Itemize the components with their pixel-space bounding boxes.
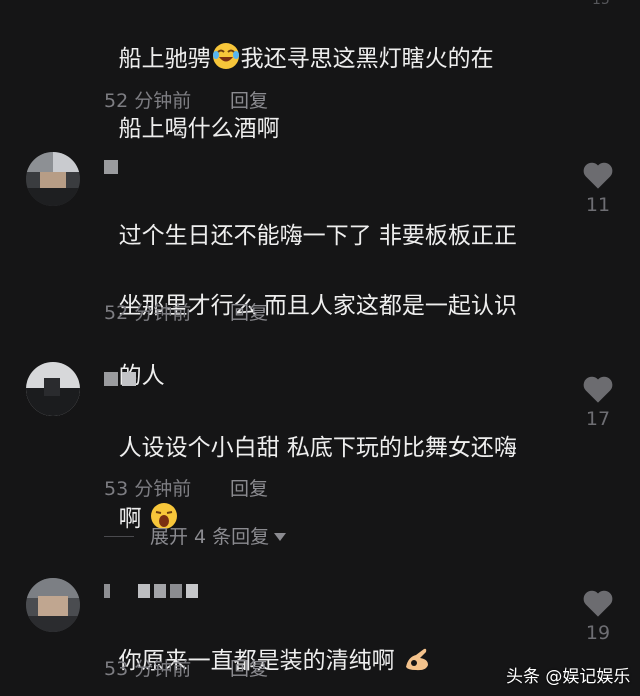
comment-3-text: 人设设个小白甜 私底下玩的比舞女还嗨 啊 [104, 396, 564, 537]
heart-icon [583, 590, 613, 617]
comment-4-avatar[interactable] [26, 578, 80, 632]
comment-3-line-2: 啊 [118, 506, 142, 532]
comment-3-line-1: 人设设个小白甜 私底下玩的比舞女还嗨 [118, 435, 517, 461]
comment-3-like-count: 17 [585, 408, 611, 430]
comment-2-avatar[interactable] [26, 152, 80, 206]
comment-2-line-1: 过个生日还不能嗨一下了 非要板板正正 [118, 223, 517, 249]
laughing-tears-icon [211, 41, 241, 71]
comment-2-like-button[interactable]: 11 [578, 160, 618, 216]
comment-4-username[interactable] [104, 584, 202, 598]
expand-divider [104, 536, 134, 537]
watermark: 头条 @娱记娱乐 [506, 667, 631, 687]
expand-replies-label: 展开 4 条回复 [150, 526, 270, 548]
partial-like-count: 15 [592, 0, 610, 8]
comment-1-time: 52 分钟前 [104, 90, 192, 112]
triangle-down-icon [274, 533, 287, 541]
comment-1-text: 船上驰骋 我还寻思这黑灯瞎火的在 船上喝什么酒啊 [104, 6, 564, 147]
comment-1-reply-button[interactable]: 回复 [230, 86, 268, 113]
comment-1-line-1b: 我还寻思这黑灯瞎火的在 [240, 46, 494, 72]
comment-3-time: 53 分钟前 [104, 478, 192, 500]
comment-4-like-count: 19 [585, 622, 611, 644]
expand-replies-button[interactable]: 展开 4 条回复 [150, 522, 287, 549]
heart-icon [583, 376, 613, 403]
comment-1-line-1a: 船上驰骋 [118, 46, 211, 72]
heart-icon [583, 162, 613, 189]
comment-1-line-2: 船上喝什么酒啊 [118, 116, 280, 142]
comment-2-reply-button[interactable]: 回复 [230, 298, 268, 325]
comment-4-time: 53 分钟前 [104, 658, 192, 680]
comment-3-avatar[interactable] [26, 362, 80, 416]
comment-3-username[interactable] [104, 372, 140, 386]
comment-2-username[interactable] [104, 160, 122, 174]
ok-hand-icon [402, 643, 432, 673]
comment-4-reply-button[interactable]: 回复 [230, 654, 268, 681]
comment-2-time: 52 分钟前 [104, 302, 192, 324]
comment-2-like-count: 11 [585, 194, 611, 216]
comment-2-text: 过个生日还不能嗨一下了 非要板板正正 坐那里才行么 而且人家这都是一起认识 的人 [104, 184, 564, 394]
comment-3-like-button[interactable]: 17 [578, 374, 618, 430]
comment-3-reply-button[interactable]: 回复 [230, 474, 268, 501]
comment-4-like-button[interactable]: 19 [578, 588, 618, 644]
